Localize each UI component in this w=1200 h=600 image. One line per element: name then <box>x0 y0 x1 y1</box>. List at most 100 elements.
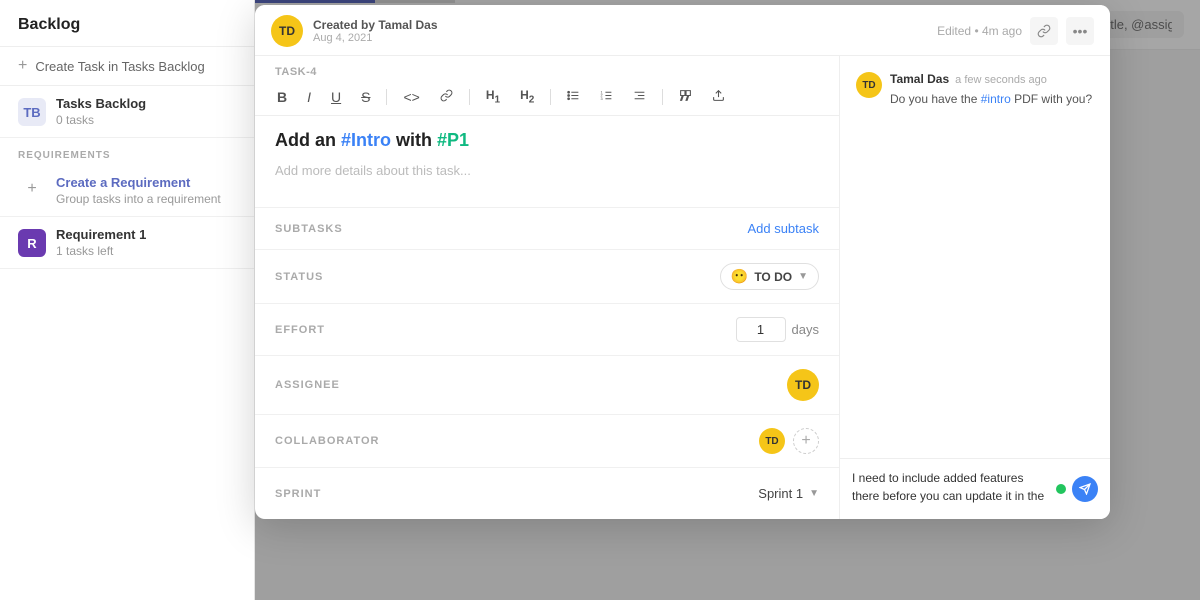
requirement1-item[interactable]: R Requirement 1 1 tasks left <box>0 217 254 269</box>
create-task-button[interactable]: + Create Task in Tasks Backlog <box>0 47 254 86</box>
h1-button[interactable]: H1 <box>482 86 504 107</box>
status-dot-icon <box>1056 484 1066 494</box>
upload-icon <box>712 89 725 102</box>
link-icon <box>1037 24 1051 38</box>
assignee-avatar[interactable]: TD <box>787 369 819 401</box>
effort-field-row: EFFORT days <box>255 303 839 355</box>
code-button[interactable]: <> <box>399 87 423 107</box>
task-title: Add an #Intro with #P1 <box>275 130 819 151</box>
assignee-value: TD <box>435 369 819 401</box>
title-mid: with <box>391 130 437 150</box>
comment-tag: #intro <box>981 92 1011 106</box>
collaborator-field-row: COLLABORATOR TD + <box>255 414 839 467</box>
tasks-backlog-icon: TB <box>18 98 46 126</box>
status-value: 😶 TO DO ▼ <box>435 263 819 290</box>
quote-button[interactable] <box>675 87 696 107</box>
effort-label: EFFORT <box>275 324 435 336</box>
status-badge[interactable]: 😶 TO DO ▼ <box>720 263 819 290</box>
collaborator-row: TD + <box>759 428 819 454</box>
quote-icon <box>679 89 692 102</box>
tasks-backlog-text: Tasks Backlog 0 tasks <box>56 96 236 127</box>
task-id: TASK-4 <box>255 56 839 78</box>
collaborator-avatar[interactable]: TD <box>759 428 785 454</box>
add-collaborator-button[interactable]: + <box>793 428 819 454</box>
upload-button[interactable] <box>708 87 729 107</box>
creator-avatar: TD <box>271 15 303 47</box>
add-subtask-button[interactable]: Add subtask <box>747 221 819 236</box>
creator-info: TD Created by Tamal Das Aug 4, 2021 <box>271 15 438 47</box>
tasks-backlog-item[interactable]: TB Tasks Backlog 0 tasks <box>0 86 254 138</box>
formatting-toolbar: B I U S <> H1 H2 <box>255 78 839 116</box>
create-req-plus-icon: + <box>18 175 46 203</box>
description-placeholder: Add more details about this task... <box>275 163 471 178</box>
bullet-list-icon <box>567 89 580 102</box>
effort-unit: days <box>792 322 819 337</box>
sprint-badge[interactable]: Sprint 1 ▼ <box>758 486 819 501</box>
create-req-name: Create a Requirement <box>56 175 221 190</box>
link-icon-button[interactable] <box>1030 17 1058 45</box>
sidebar: Backlog + Create Task in Tasks Backlog T… <box>0 0 255 600</box>
tasks-backlog-count: 0 tasks <box>56 113 236 127</box>
modal-body: TASK-4 B I U S <> H1 H2 <box>255 56 1110 519</box>
send-icon <box>1079 483 1091 495</box>
subtasks-section: SUBTASKS Add subtask <box>255 207 839 249</box>
sprint-caret-icon: ▼ <box>809 488 819 499</box>
indent-button[interactable] <box>629 87 650 107</box>
status-emoji: 😶 <box>731 268 748 285</box>
assignee-label: ASSIGNEE <box>275 379 435 391</box>
more-options-button[interactable]: ••• <box>1066 17 1094 45</box>
subtasks-label: SUBTASKS <box>275 223 747 235</box>
edited-label: Edited • 4m ago <box>937 24 1022 38</box>
status-field-row: STATUS 😶 TO DO ▼ <box>255 249 839 303</box>
comment-item: TD Tamal Das a few seconds ago Do you ha… <box>856 72 1094 108</box>
comment-area: TD Tamal Das a few seconds ago Do you ha… <box>840 56 1110 458</box>
modal-right-panel: TD Tamal Das a few seconds ago Do you ha… <box>840 56 1110 519</box>
creator-name: Created by Tamal Das <box>313 18 438 32</box>
comment-header: Tamal Das a few seconds ago <box>890 72 1094 86</box>
create-req-sub: Group tasks into a requirement <box>56 192 221 206</box>
chat-actions <box>1056 476 1098 502</box>
h2-button[interactable]: H2 <box>516 86 538 107</box>
strikethrough-button[interactable]: S <box>357 87 374 107</box>
collaborator-label: COLLABORATOR <box>275 435 435 447</box>
chat-input[interactable]: I need to include added features there b… <box>852 469 1048 509</box>
assignee-field-row: ASSIGNEE TD <box>255 355 839 414</box>
create-task-label: Create Task in Tasks Backlog <box>35 59 204 74</box>
comment-content: Tamal Das a few seconds ago Do you have … <box>890 72 1094 108</box>
bullet-list-button[interactable] <box>563 87 584 107</box>
sprint-label: SPRINT <box>275 488 435 500</box>
toolbar-sep-4 <box>662 89 663 105</box>
comment-time: a few seconds ago <box>955 74 1047 86</box>
underline-button[interactable]: U <box>327 87 345 107</box>
send-message-button[interactable] <box>1072 476 1098 502</box>
modal-right-info: Edited • 4m ago ••• <box>937 17 1094 45</box>
title-tag2: #P1 <box>437 130 469 150</box>
status-label: STATUS <box>275 271 435 283</box>
title-tag1: #Intro <box>341 130 391 150</box>
task-description[interactable]: Add more details about this task... <box>255 157 839 207</box>
sidebar-title: Backlog <box>18 16 80 33</box>
creator-date: Aug 4, 2021 <box>313 32 438 44</box>
task-title-area[interactable]: Add an #Intro with #P1 <box>255 116 839 157</box>
italic-button[interactable]: I <box>303 87 315 107</box>
sidebar-header: Backlog <box>0 0 254 47</box>
toolbar-sep-1 <box>386 89 387 105</box>
sprint-text: Sprint 1 <box>758 486 803 501</box>
effort-input[interactable] <box>736 317 786 342</box>
numbered-list-button[interactable]: 1 2 3 <box>596 87 617 107</box>
svg-text:3: 3 <box>601 97 603 101</box>
task-modal: TD Created by Tamal Das Aug 4, 2021 Edit… <box>255 5 1110 519</box>
bold-button[interactable]: B <box>273 87 291 107</box>
title-plain: Add an <box>275 130 341 150</box>
collaborator-value: TD + <box>435 428 819 454</box>
requirement1-name: Requirement 1 <box>56 227 236 242</box>
create-requirement-button[interactable]: + Create a Requirement Group tasks into … <box>0 165 254 217</box>
link-button[interactable] <box>436 87 457 107</box>
requirement1-sub: 1 tasks left <box>56 244 236 258</box>
numbered-list-icon: 1 2 3 <box>600 89 613 102</box>
sprint-field-row: SPRINT Sprint 1 ▼ <box>255 467 839 519</box>
tasks-backlog-name: Tasks Backlog <box>56 96 236 111</box>
comment-avatar: TD <box>856 72 882 98</box>
indent-icon <box>633 89 646 102</box>
status-text: TO DO <box>754 270 792 284</box>
